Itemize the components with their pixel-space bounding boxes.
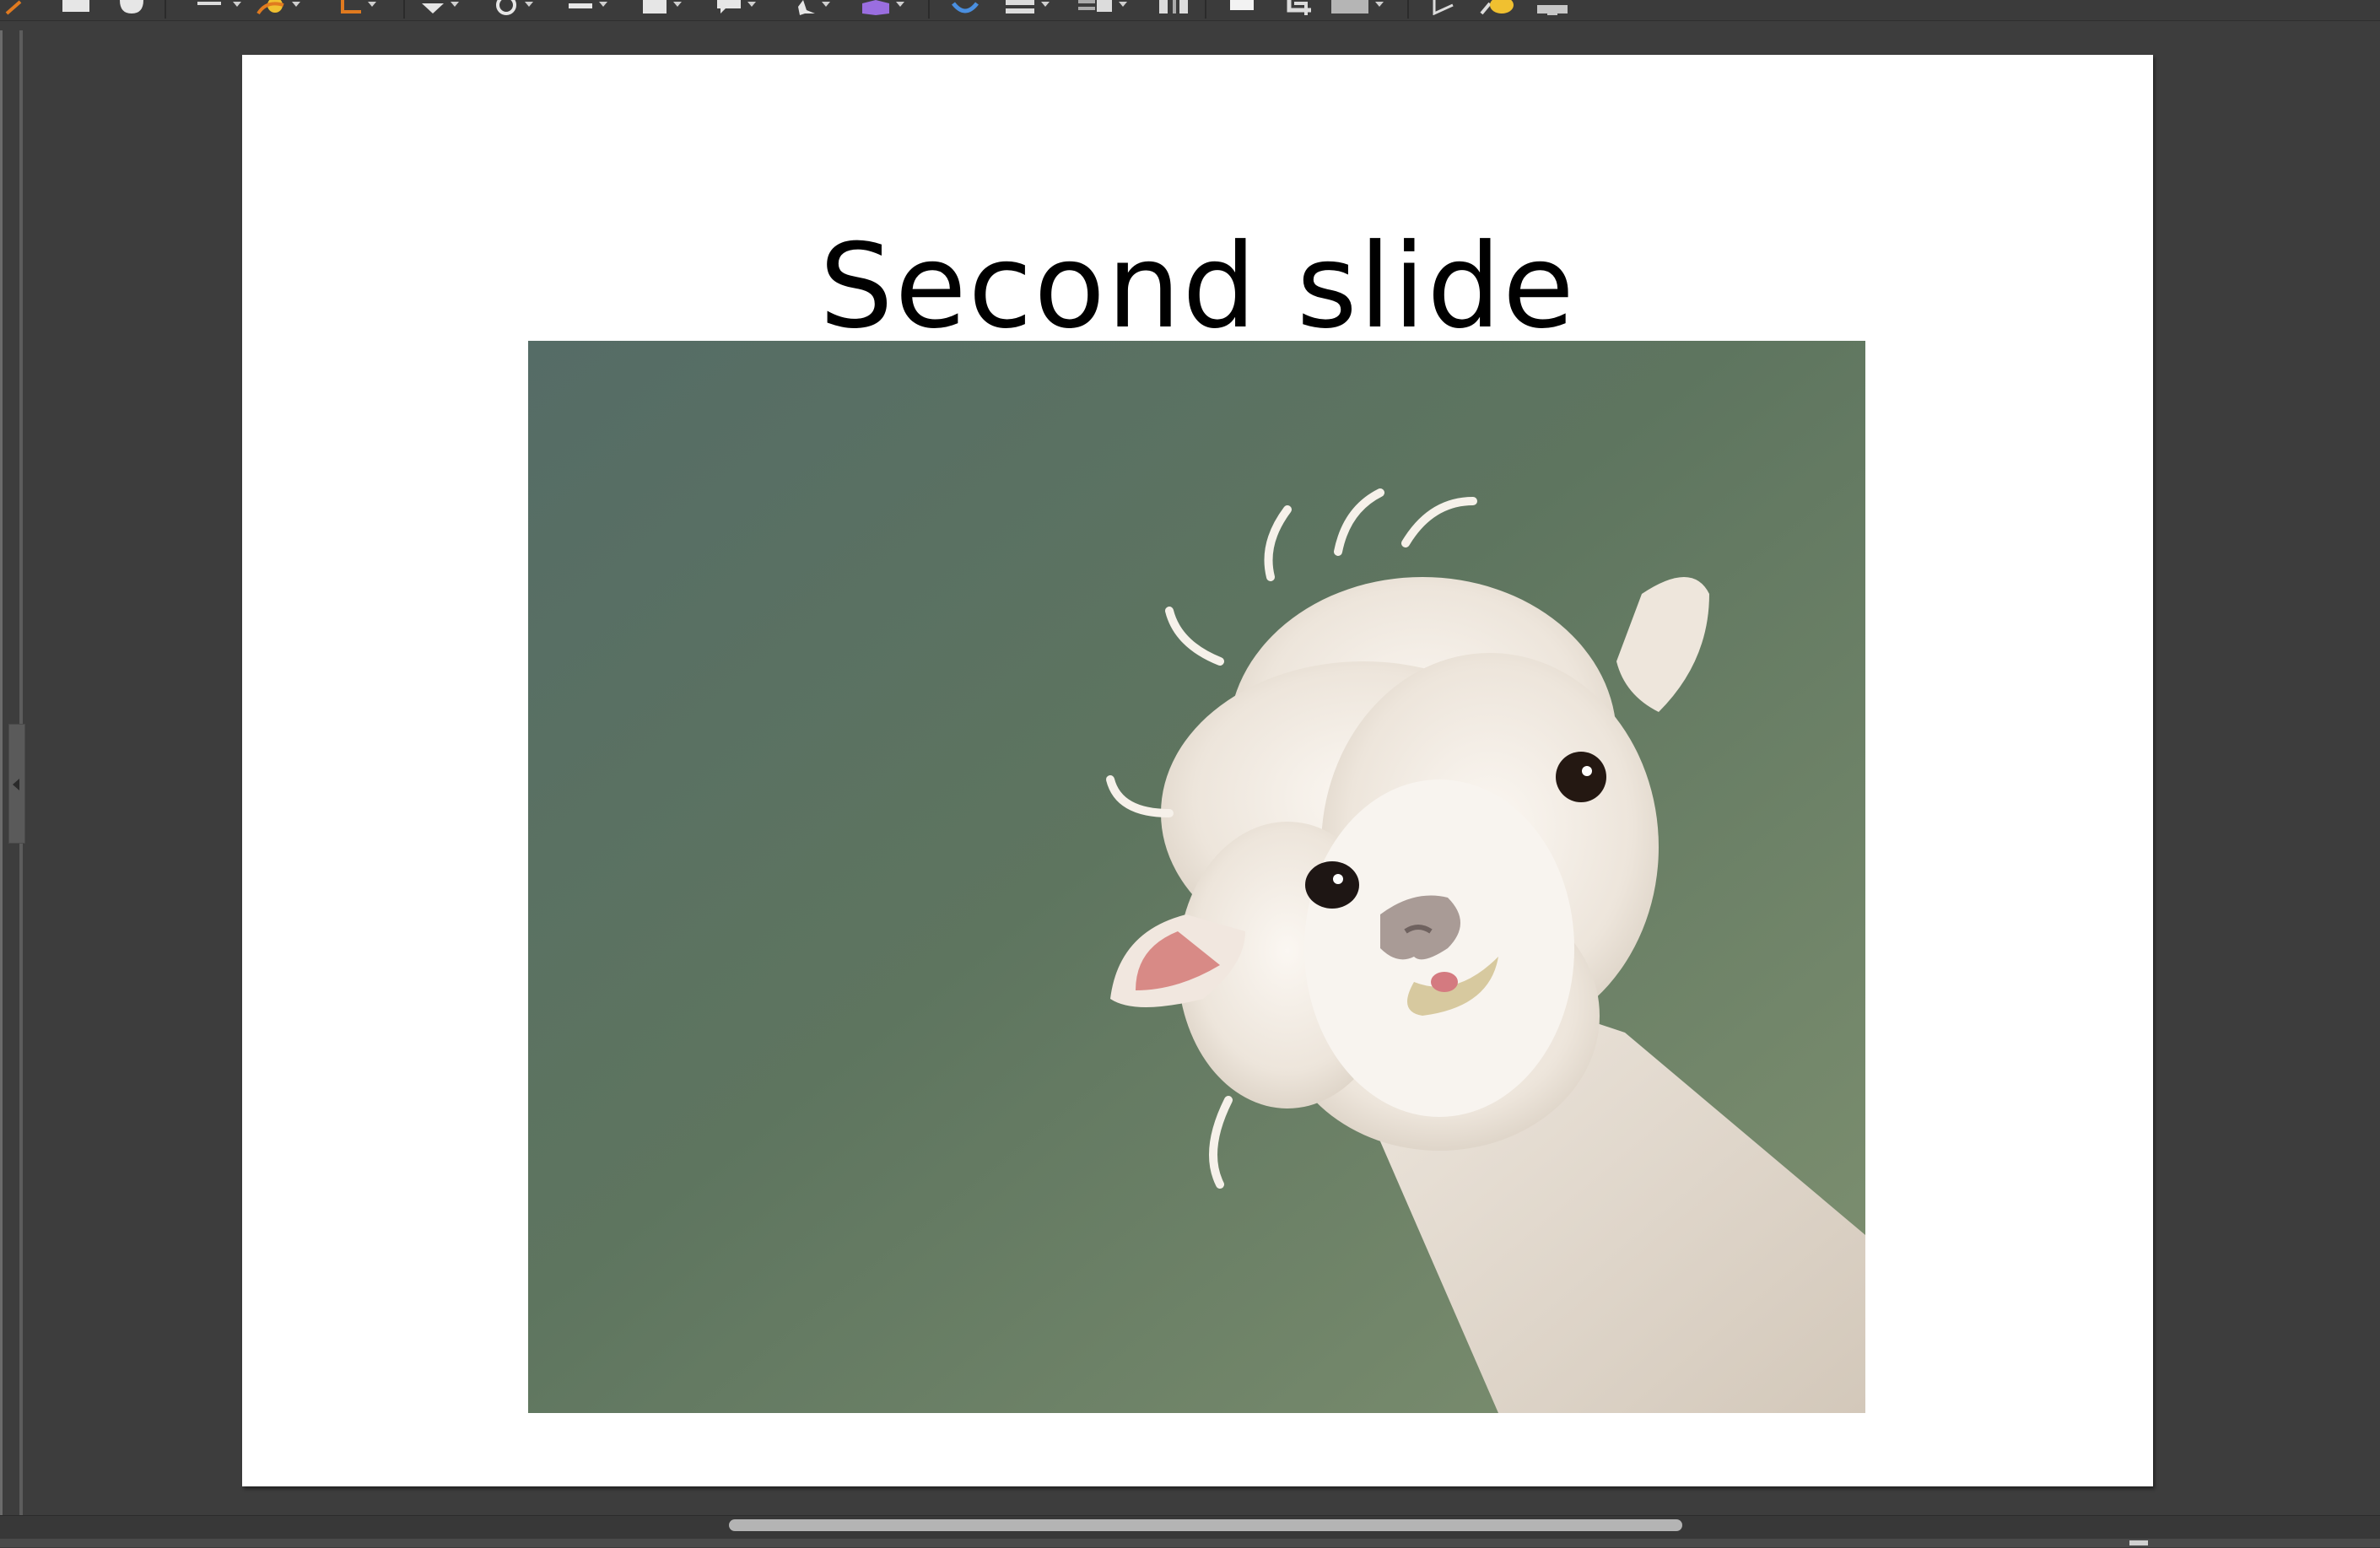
chevron-down-icon[interactable]: [525, 2, 533, 7]
toolbar-separator: [403, 0, 405, 19]
toolbar-separator: [165, 0, 166, 19]
chevron-down-icon[interactable]: [1119, 2, 1127, 7]
pane-border: [0, 30, 3, 1515]
chevron-down-icon[interactable]: [1041, 2, 1050, 7]
chevron-down-icon[interactable]: [233, 2, 241, 7]
line-arrow-icon[interactable]: [196, 0, 241, 15]
drawing-toolbar: [0, 0, 2380, 21]
slide-canvas[interactable]: Second slide: [242, 55, 2153, 1486]
alpaca-image[interactable]: [528, 341, 1865, 1413]
shadow-icon[interactable]: [1227, 0, 1260, 15]
chevron-down-icon[interactable]: [673, 2, 682, 7]
callouts-icon[interactable]: [715, 0, 756, 15]
symbol-shapes-icon[interactable]: [493, 0, 533, 15]
align-icon[interactable]: [1004, 0, 1050, 15]
rotate-icon[interactable]: [948, 0, 982, 15]
chevron-left-icon: [13, 779, 19, 790]
chevron-down-icon[interactable]: [896, 2, 904, 7]
status-bar: [0, 1539, 2380, 1547]
chevron-down-icon[interactable]: [1375, 2, 1384, 7]
curve-icon[interactable]: [255, 0, 300, 15]
chevron-down-icon[interactable]: [292, 2, 300, 7]
flowchart-icon[interactable]: [641, 0, 682, 15]
toolbar-separator: [1205, 0, 1206, 19]
hand-icon[interactable]: [116, 0, 147, 15]
status-indicator-icon: [2129, 1540, 2148, 1545]
filter-icon[interactable]: [1330, 0, 1384, 15]
draw-line-icon[interactable]: [3, 0, 32, 15]
chevron-down-icon[interactable]: [599, 2, 607, 7]
glue-points-icon[interactable]: [1478, 0, 1515, 15]
stars-icon[interactable]: [790, 0, 830, 15]
toolbar-separator: [928, 0, 930, 19]
chevron-down-icon[interactable]: [451, 2, 459, 7]
chevron-down-icon[interactable]: [747, 2, 756, 7]
pane-collapse-button[interactable]: [8, 724, 25, 844]
slide-title[interactable]: Second slide: [242, 215, 2153, 359]
toggle-extrusion-icon[interactable]: [1534, 0, 1571, 15]
block-arrows-icon[interactable]: [567, 0, 607, 15]
chevron-down-icon[interactable]: [368, 2, 376, 7]
distribute-icon[interactable]: [1158, 0, 1191, 15]
toolbar-separator: [1407, 0, 1409, 19]
document-icon[interactable]: [61, 0, 91, 15]
chevron-down-icon[interactable]: [822, 2, 830, 7]
connector-icon[interactable]: [339, 0, 376, 15]
horizontal-scrollbar-thumb[interactable]: [729, 1519, 1682, 1531]
3d-objects-icon[interactable]: [859, 0, 904, 15]
basic-shapes-icon[interactable]: [418, 0, 459, 15]
points-icon[interactable]: [1429, 0, 1460, 15]
arrange-icon[interactable]: [1077, 0, 1127, 15]
crop-icon[interactable]: [1282, 0, 1316, 15]
